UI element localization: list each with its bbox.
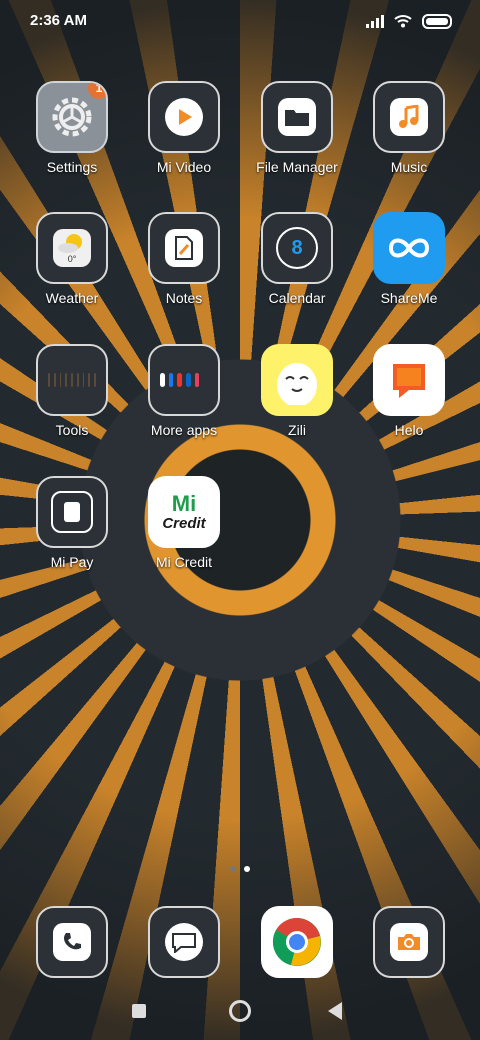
app-helo[interactable]: Helo [354,344,464,456]
app-mi-video[interactable]: Mi Video [129,81,239,193]
app-label: ShareMe [380,290,438,306]
mini-app-icon [159,373,165,387]
app-label: File Manager [256,159,338,175]
app-calendar[interactable]: 8 Calendar [242,212,352,324]
camera-icon [398,934,420,950]
gear-icon [52,97,92,137]
sun-cloud-icon [58,234,82,253]
recents-button[interactable] [132,1004,146,1018]
page-indicator [0,866,480,872]
mi-credit-logo-top: Mi [171,490,197,516]
app-label: Mi Credit [155,554,212,570]
phone-icon [64,933,81,950]
folder-tools[interactable]: Tools [17,344,127,456]
folder-label: Tools [55,422,89,438]
folder-more-apps[interactable]: More apps [129,344,239,456]
empty-slot [203,373,208,387]
mini-app-icon [194,373,200,387]
message-icon [172,933,196,953]
app-label: Settings [46,159,98,175]
note-icon [175,236,193,260]
chrome-icon [272,918,321,966]
mini-app-icon [82,373,85,387]
weather-temperature: 0° [67,254,77,264]
app-settings[interactable]: 1 Settings [17,81,127,193]
facebook-icon [168,373,174,387]
app-notes[interactable]: Notes [129,212,239,324]
app-label: Zili [288,422,306,438]
zili-face-icon [277,363,317,405]
dock-camera[interactable] [354,906,464,982]
mini-app-icon [88,373,91,387]
app-mi-pay[interactable]: Mi Pay [17,476,127,588]
play-icon [179,109,192,125]
mini-app-icon [76,373,79,387]
page-dot-active[interactable] [244,866,250,872]
mini-app-icon [94,373,97,387]
app-file-manager[interactable]: File Manager [242,81,352,193]
page-dot[interactable] [230,866,236,872]
back-button[interactable] [328,1002,342,1020]
folder-label: More apps [150,422,218,438]
mini-app-icon [59,373,62,387]
calendar-day: 8 [291,236,303,259]
mini-app-icon [47,373,50,387]
app-mi-credit[interactable]: Mi Credit Mi Credit [129,476,239,588]
app-label: Mi Video [156,159,212,175]
app-label: Notes [165,290,203,306]
app-label: Calendar [268,290,326,306]
music-note-icon [399,105,419,128]
dock-messages[interactable] [129,906,239,982]
mini-app-icon [53,373,56,387]
home-button[interactable] [229,1000,251,1022]
navigation-bar [0,996,480,1028]
wps-icon [177,373,182,387]
app-music[interactable]: Music [354,81,464,193]
mi-credit-logo-bottom: Credit [162,514,206,532]
app-label: Mi Pay [50,554,94,570]
app-label: Helo [394,422,424,438]
dock-chrome[interactable] [242,906,352,982]
app-shareme[interactable]: ShareMe [354,212,464,324]
app-zili[interactable]: Zili [242,344,352,456]
notification-badge: 1 [88,83,106,99]
app-label: Weather [45,290,99,306]
mini-app-icon [71,373,73,387]
linkedin-icon [186,373,191,387]
helo-chat-icon [393,364,425,398]
app-weather[interactable]: 0° Weather [17,212,127,324]
card-icon [64,502,80,522]
app-label: Music [390,159,428,175]
mini-app-icon [65,373,68,387]
dock-phone[interactable] [17,906,127,982]
home-screen-grid: 1 Settings Mi Video File Manager Music 0… [0,0,480,1040]
infinity-icon [388,238,430,258]
folder-icon [285,110,309,126]
